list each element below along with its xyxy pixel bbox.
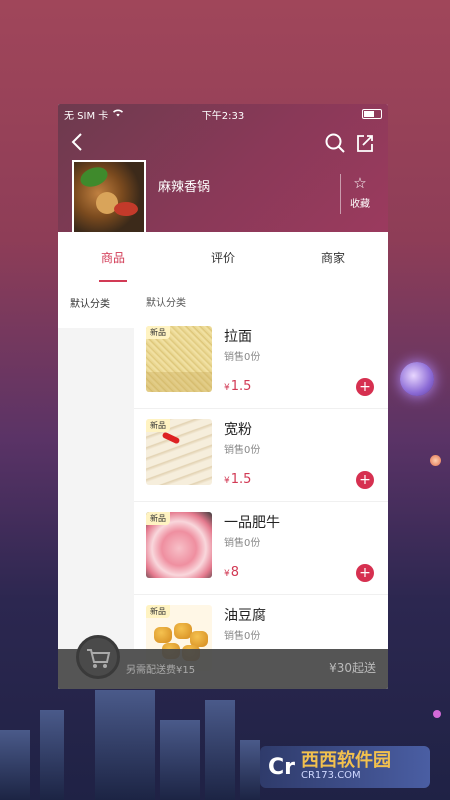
product-sales: 销售0份 [224, 445, 261, 456]
product-image: 新品 [146, 326, 212, 392]
cart-icon[interactable] [76, 635, 120, 679]
new-badge: 新品 [146, 605, 170, 618]
store-header: 无 SIM 卡 下午2:33 麻辣香锅 ☆ 收藏 [58, 104, 388, 234]
favorite-button[interactable]: ☆ 收藏 [340, 174, 380, 211]
back-icon[interactable] [70, 132, 84, 157]
phone-screen: 无 SIM 卡 下午2:33 麻辣香锅 ☆ 收藏 商品 评价 商家 默认分类 默… [58, 104, 388, 689]
product-name: 一品肥牛 [224, 515, 280, 531]
product-sales: 销售0份 [224, 538, 261, 549]
add-to-cart-button[interactable]: + [356, 378, 374, 396]
watermark-cn: 西西软件园 [301, 750, 391, 772]
category-sidebar: 默认分类 [58, 282, 134, 689]
new-badge: 新品 [146, 419, 170, 432]
share-icon[interactable] [354, 132, 376, 154]
product-sales: 销售0份 [224, 631, 261, 642]
plus-icon: + [359, 379, 371, 395]
battery-icon [362, 109, 382, 119]
add-to-cart-button[interactable]: + [356, 564, 374, 582]
product-name: 拉面 [224, 329, 252, 345]
product-list: 默认分类 新品 拉面 销售0份 ¥1.5 + 新品 宽粉 销售0份 ¥1.5 +… [134, 282, 388, 689]
star-icon: ☆ [353, 174, 367, 192]
product-price: ¥1.5 [224, 379, 252, 394]
list-item[interactable]: 新品 宽粉 销售0份 ¥1.5 + [134, 409, 388, 502]
product-price: ¥1.5 [224, 472, 252, 487]
product-name: 油豆腐 [224, 608, 266, 624]
product-price: ¥8 [224, 565, 240, 580]
store-image [72, 160, 146, 234]
decorative-orb [430, 455, 441, 466]
product-image: 新品 [146, 419, 212, 485]
watermark-en: CR173.COM [301, 770, 361, 782]
sidebar-item-default[interactable]: 默认分类 [58, 282, 134, 328]
minimum-order-text: ¥30起送 [329, 661, 376, 675]
tab-reviews[interactable]: 评价 [168, 236, 278, 282]
cart-bar: 另需配送费¥15 ¥30起送 [58, 635, 388, 689]
watermark-mark: Cr [268, 754, 295, 780]
add-to-cart-button[interactable]: + [356, 471, 374, 489]
list-item[interactable]: 新品 一品肥牛 销售0份 ¥8 + [134, 502, 388, 595]
status-time: 下午2:33 [201, 111, 245, 122]
new-badge: 新品 [146, 326, 170, 339]
new-badge: 新品 [146, 512, 170, 525]
tab-goods[interactable]: 商品 [58, 236, 168, 282]
product-name: 宽粉 [224, 422, 252, 438]
status-bar: 无 SIM 卡 下午2:33 [64, 107, 382, 122]
product-sales: 销售0份 [224, 352, 261, 363]
list-item[interactable]: 新品 拉面 销售0份 ¥1.5 + [134, 316, 388, 409]
favorite-label: 收藏 [350, 199, 370, 210]
tab-merchant[interactable]: 商家 [278, 236, 388, 282]
category-title: 默认分类 [146, 298, 186, 309]
watermark-logo: Cr 西西软件园 CR173.COM [260, 746, 430, 788]
plus-icon: + [359, 565, 371, 581]
decorative-orb [400, 362, 434, 396]
product-image: 新品 [146, 512, 212, 578]
search-icon[interactable] [324, 132, 346, 154]
plus-icon: + [359, 472, 371, 488]
delivery-fee-text: 另需配送费¥15 [126, 665, 196, 676]
store-name: 麻辣香锅 [158, 180, 211, 195]
tab-bar: 商品 评价 商家 [58, 236, 388, 283]
